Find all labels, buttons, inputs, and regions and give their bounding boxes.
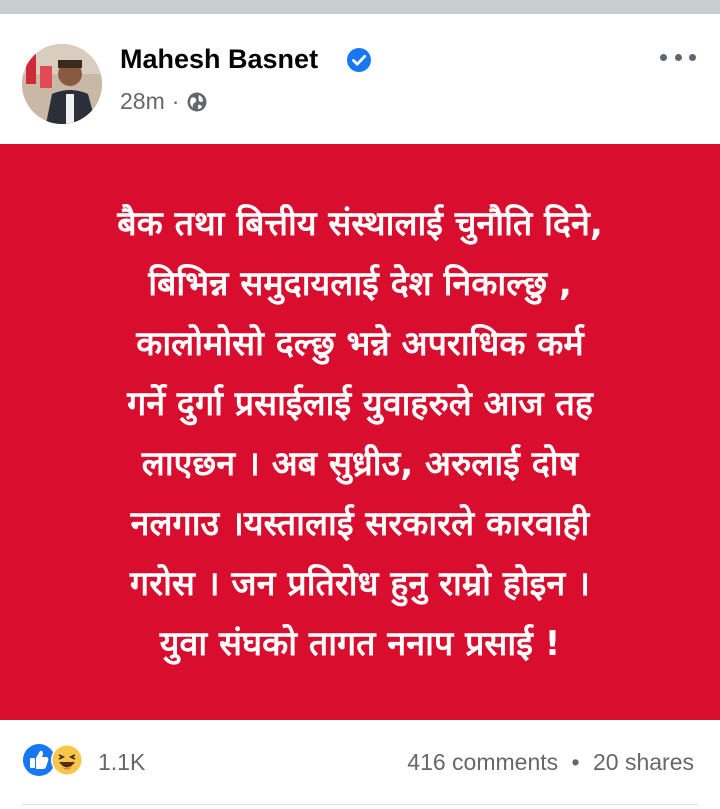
reaction-count[interactable]: 1.1K — [98, 749, 145, 776]
post-text-line: युवा संघको तागत ननाप प्रसाई ! — [159, 624, 561, 664]
post-text-line: कालोमोसो दल्छु भन्ने अपराधिक कर्म — [136, 324, 584, 364]
comments-count[interactable]: 416 comments — [407, 749, 558, 775]
meta-separator: · — [171, 88, 180, 114]
top-divider-bar — [0, 0, 720, 14]
post-text-line: नलगाउ ।यस्तालाई सरकारले कारवाही — [130, 504, 590, 544]
reactions-summary[interactable] — [22, 742, 92, 778]
more-options-button[interactable] — [654, 42, 702, 72]
post-footer: 1.1K 416 comments • 20 shares — [0, 720, 720, 809]
avatar-image — [22, 44, 102, 124]
more-options-icon-dot — [674, 53, 682, 61]
post-header: Mahesh Basnet 28m · — [0, 14, 720, 144]
like-icon — [23, 744, 55, 776]
more-options-icon-dot — [689, 53, 696, 61]
post-text-line: गर्ने दुर्गा प्रसाईलाई युवाहरुले आज तह — [127, 384, 593, 424]
stats-separator: • — [571, 749, 580, 775]
shares-count[interactable]: 20 shares — [593, 749, 694, 775]
post-text: बैक तथा बित्तीय संस्थालाई चुनौति दिने, ब… — [40, 194, 680, 674]
haha-icon — [51, 744, 83, 776]
post-text-line: बिभिन्न समुदायलाई देश निकाल्छु , — [148, 264, 572, 304]
footer-divider — [22, 804, 698, 805]
avatar[interactable] — [22, 44, 102, 124]
post-meta: 28m · — [120, 88, 208, 115]
post-text-card: बैक तथा बित्तीय संस्थालाई चुनौति दिने, ब… — [0, 144, 720, 720]
verified-badge-icon — [347, 48, 371, 72]
author-name[interactable]: Mahesh Basnet — [120, 44, 318, 75]
more-options-icon-dot — [660, 53, 667, 61]
engagement-stats: 416 comments • 20 shares — [407, 749, 694, 776]
post-text-line: लाएछन । अब सुध्रीउ, अरुलाई दोष — [141, 444, 579, 484]
post-text-line: गरोस । जन प्रतिरोध हुनु राम्रो होइन । — [130, 564, 590, 604]
post-text-line: बैक तथा बित्तीय संस्थालाई चुनौति दिने, — [117, 204, 603, 244]
post-time[interactable]: 28m — [120, 88, 165, 115]
globe-icon — [187, 92, 207, 111]
